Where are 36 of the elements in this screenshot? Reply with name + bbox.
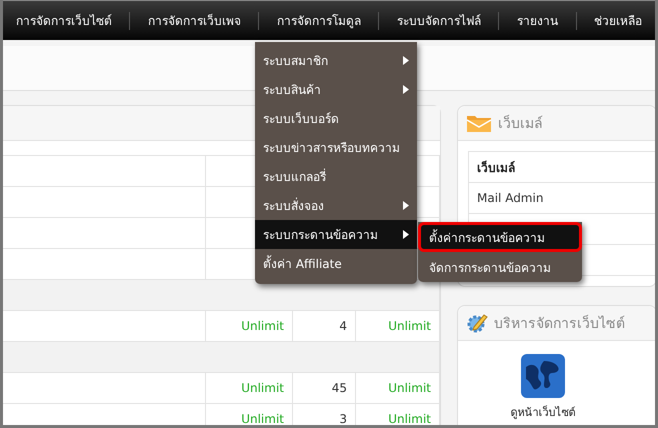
gear-pencil-icon [466, 312, 488, 334]
submenu-arrow-icon [403, 201, 409, 210]
nav-menu-item[interactable]: ระบบจัดการไฟล์ [396, 11, 481, 30]
column-header: เว็บเมล์ [477, 160, 515, 174]
nav-menu-item[interactable]: รายงาน [517, 11, 558, 30]
menu-item[interactable]: จัดการกระดานข้อความ [418, 252, 582, 282]
submenu-arrow-icon [403, 85, 409, 94]
table-cell: 3 [339, 412, 347, 425]
menu-item[interactable]: ระบบสมาชิก [255, 46, 417, 75]
menu-item[interactable]: ตั้งค่า Affiliate [255, 249, 417, 278]
view-website-link[interactable]: ดูหน้าเว็บไซต์ [510, 403, 576, 421]
nav-menu-item[interactable]: ช่วยเหลือ [594, 11, 642, 30]
panel-title: เว็บเมล์ [498, 114, 543, 134]
table-cell: 4 [339, 319, 347, 333]
table-cell: Unlimit [388, 412, 431, 425]
table-cell: Unlimit [241, 412, 284, 425]
menu-item[interactable]: ระบบข่าวสารหรือบทความ [255, 133, 417, 162]
nav-menu-item[interactable]: การจัดการเว็บไซต์ [16, 11, 112, 30]
panel-title: บริหารจัดการเว็บไซต์ [494, 314, 625, 334]
menu-item[interactable]: ระบบสั่งจอง [255, 191, 417, 220]
table-cell: 45 [332, 381, 347, 395]
table-cell: Mail Admin [477, 191, 544, 205]
submenu-arrow-icon [403, 230, 409, 239]
table-cell: Unlimit [241, 381, 284, 395]
menu-item[interactable]: ตั้งค่ากระดานข้อความ [418, 222, 582, 252]
nav-menu-item[interactable]: การจัดการโมดูล [276, 11, 361, 30]
menu-item[interactable]: ระบบกระดานข้อความ [255, 220, 417, 249]
nav-menu-item[interactable]: การจัดการเว็บเพจ [148, 11, 241, 30]
mail-folder-icon [466, 113, 492, 133]
submenu-arrow-icon [403, 56, 409, 65]
table-cell: Unlimit [388, 319, 431, 333]
menu-item[interactable]: ระบบสินค้า [255, 75, 417, 104]
table-cell: Unlimit [388, 381, 431, 395]
table-cell: Unlimit [241, 319, 284, 333]
menu-item[interactable]: ระบบแกลอรี่ [255, 162, 417, 191]
globe-icon[interactable] [520, 353, 566, 399]
